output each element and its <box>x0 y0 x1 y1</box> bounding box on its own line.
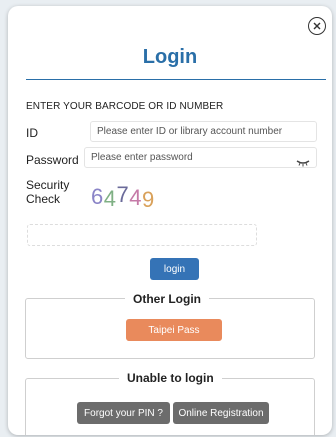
captcha-char: 9 <box>142 187 155 212</box>
login-dialog: Login ENTER YOUR BARCODE OR ID NUMBER ID… <box>8 6 332 435</box>
unable-to-login-section <box>25 378 315 435</box>
unable-to-login-legend: Unable to login <box>119 371 222 385</box>
password-label: Password <box>26 153 79 167</box>
login-button[interactable]: login <box>150 258 199 280</box>
id-label: ID <box>26 126 38 140</box>
other-login-legend: Other Login <box>125 292 209 306</box>
online-registration-button[interactable]: Online Registration <box>173 402 269 424</box>
captcha-char: 4 <box>103 186 117 211</box>
taipei-pass-button[interactable]: Taipei Pass <box>126 319 222 341</box>
eye-closed-icon <box>296 160 310 167</box>
password-toggle-button[interactable] <box>296 154 310 167</box>
close-icon <box>313 22 321 30</box>
forgot-pin-button[interactable]: Forgot your PIN ? <box>77 402 170 424</box>
password-placeholder: Please enter password <box>91 152 193 163</box>
captcha-char: 6 <box>91 184 104 209</box>
security-check-label: Security Check <box>26 178 69 206</box>
title-divider <box>26 79 326 80</box>
captcha-char: 4 <box>129 185 142 210</box>
captcha-image: 64749 <box>91 182 155 212</box>
id-input[interactable]: Please enter ID or library account numbe… <box>90 121 317 142</box>
password-input[interactable]: Please enter password <box>84 147 317 168</box>
security-label-line1: Security <box>26 178 70 192</box>
id-placeholder: Please enter ID or library account numbe… <box>97 126 283 137</box>
dialog-title: Login <box>142 46 198 68</box>
instructions-text: ENTER YOUR BARCODE OR ID NUMBER <box>26 101 224 112</box>
close-button[interactable] <box>308 17 326 35</box>
captcha-input[interactable] <box>27 224 257 246</box>
captcha-char: 7 <box>116 182 130 207</box>
security-label-line2: Check <box>26 192 61 206</box>
